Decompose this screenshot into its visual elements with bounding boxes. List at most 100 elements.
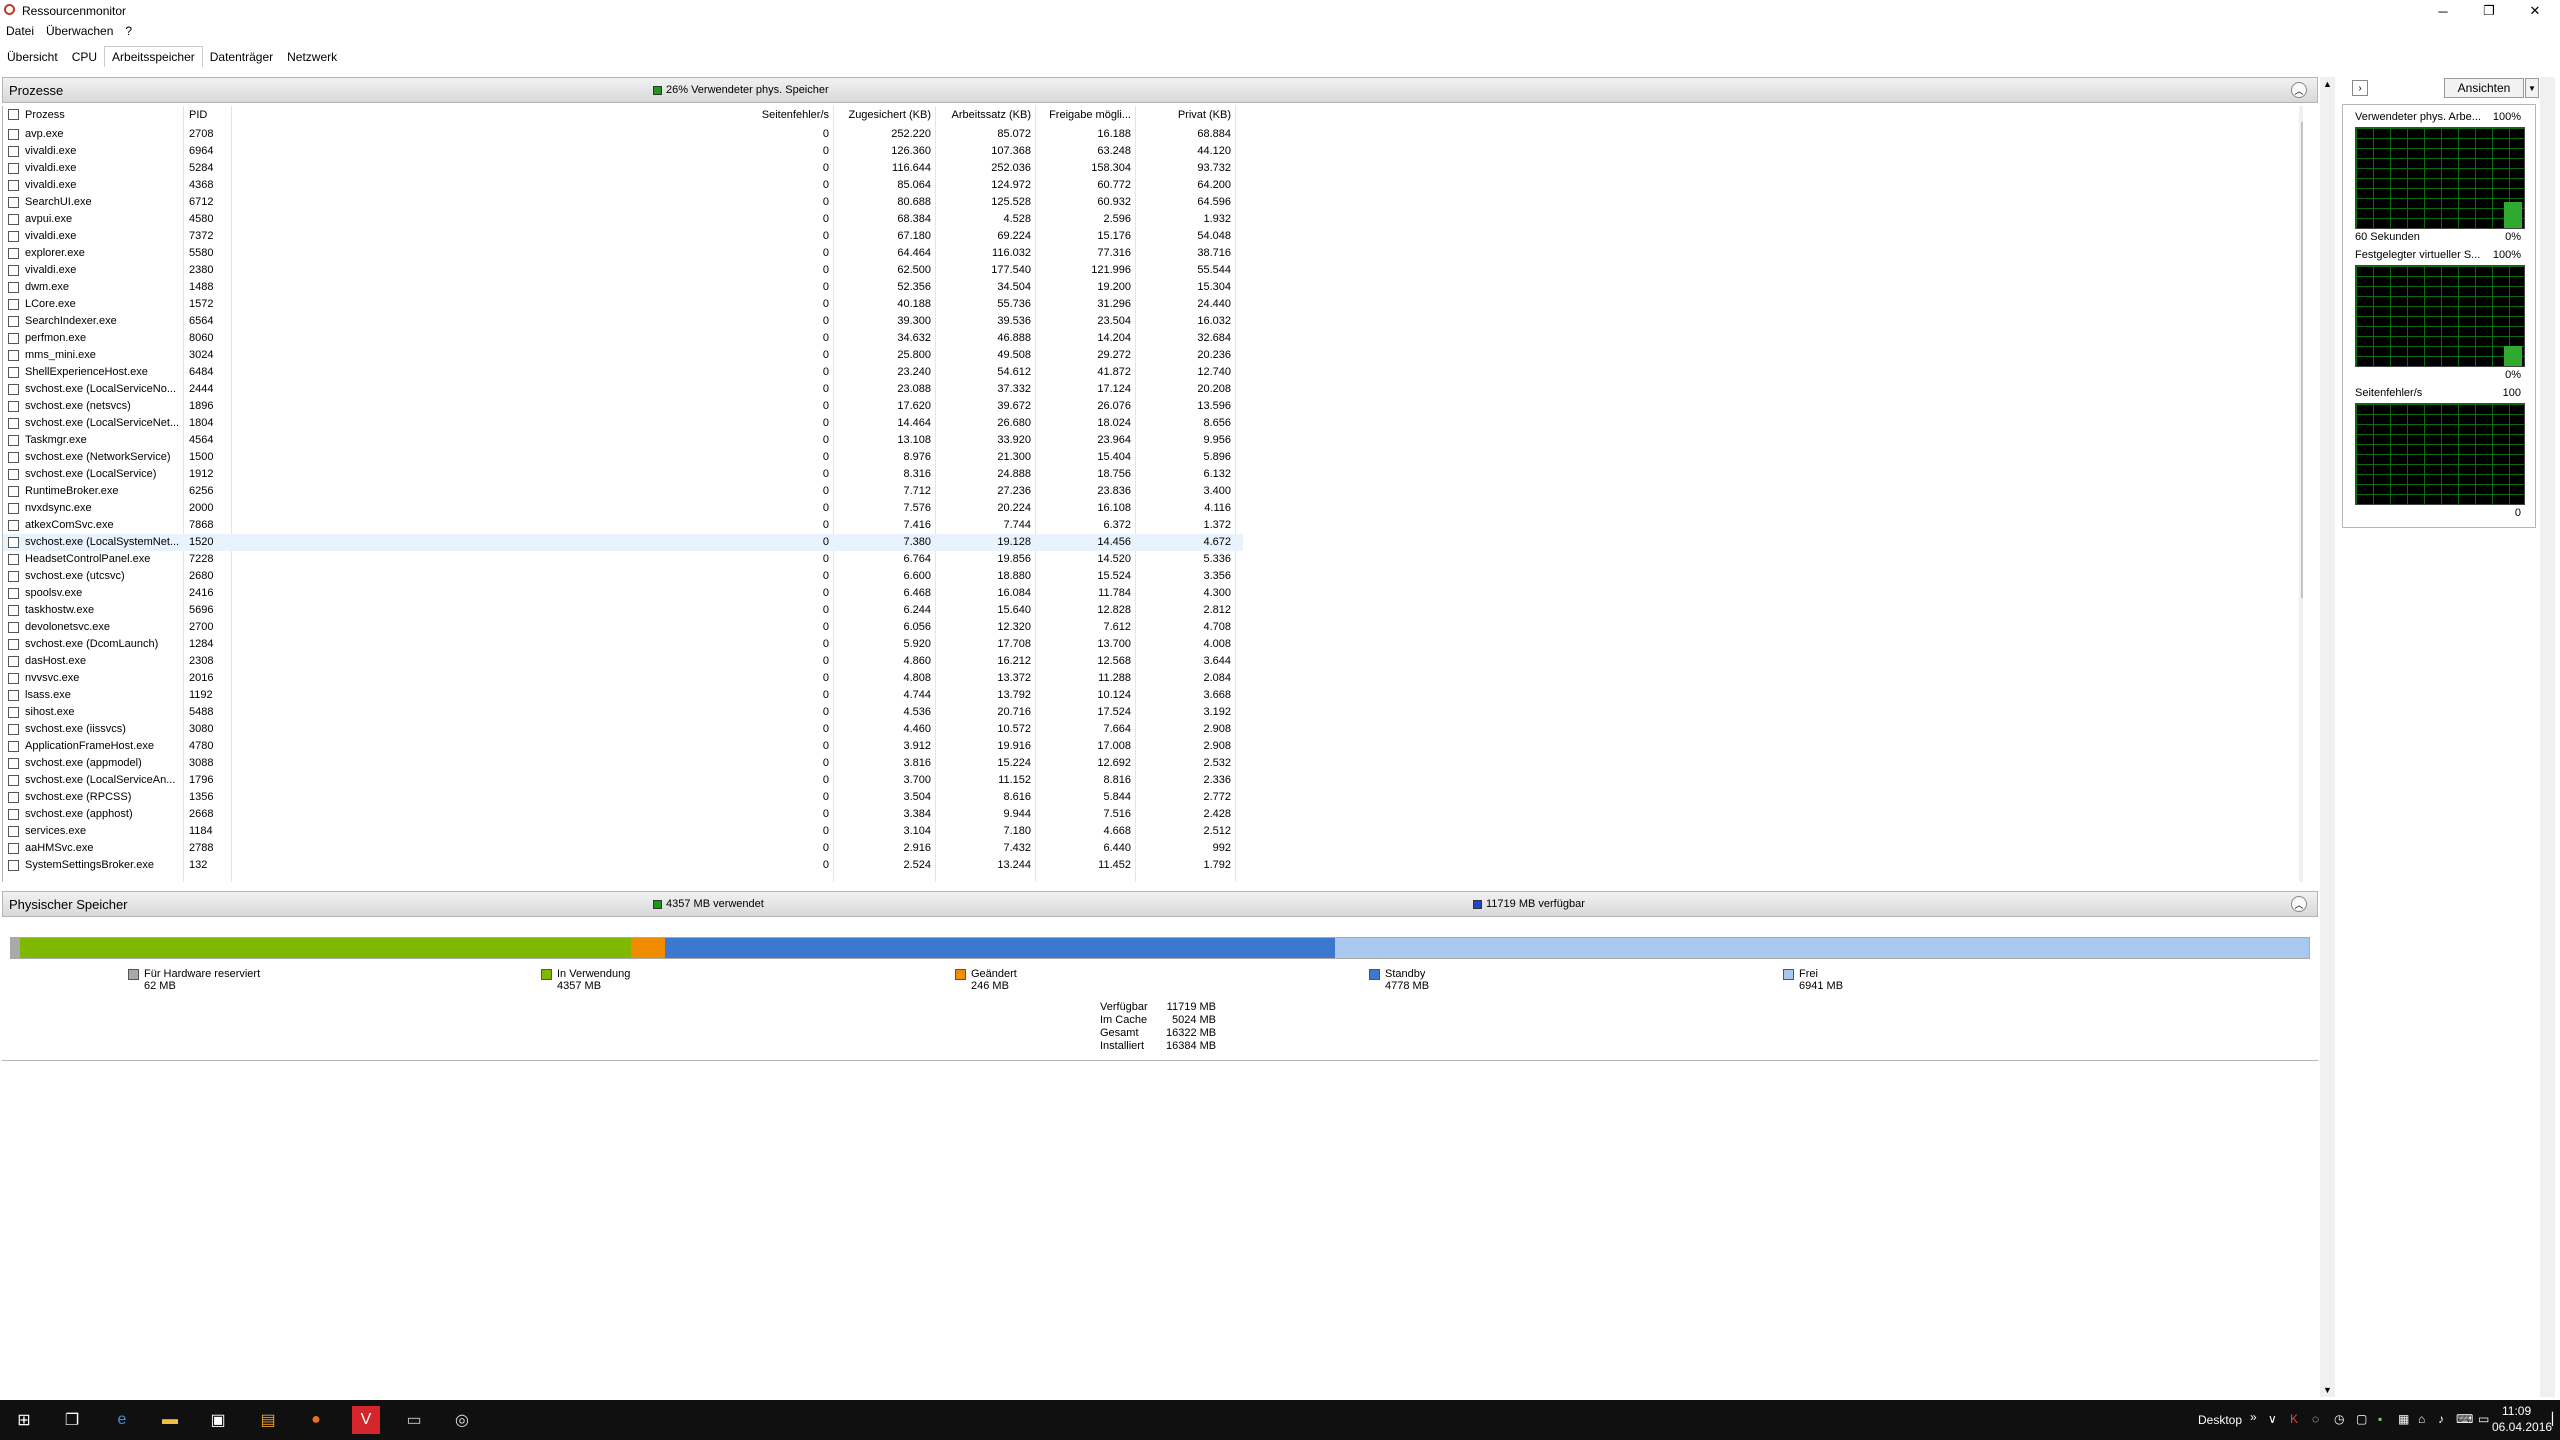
row-checkbox[interactable] (8, 758, 19, 769)
row-checkbox[interactable] (8, 367, 19, 378)
store-icon[interactable]: ▣ (206, 1408, 230, 1432)
row-checkbox[interactable] (8, 384, 19, 395)
table-row[interactable]: vivaldi.exe 7372 0 67.180 69.224 15.176 54.048 (3, 228, 1243, 245)
table-row[interactable]: svchost.exe (appmodel) 3088 0 3.816 15.224 12… (3, 755, 1243, 772)
menu-datei[interactable]: Datei (0, 22, 40, 40)
table-row[interactable]: sihost.exe 5488 0 4.536 20.716 17.524 3.192 (3, 704, 1243, 721)
network-icon[interactable]: ⌂ (2418, 1412, 2425, 1426)
row-checkbox[interactable] (8, 350, 19, 361)
maximize-button[interactable]: ❐ (2466, 0, 2512, 22)
row-checkbox[interactable] (8, 826, 19, 837)
table-row[interactable]: mms_mini.exe 3024 0 25.800 49.508 29.272 20.23… (3, 347, 1243, 364)
firefox-icon[interactable]: ● (304, 1408, 328, 1432)
row-checkbox[interactable] (8, 588, 19, 599)
table-row[interactable]: SearchIndexer.exe 6564 0 39.300 39.536 23.504… (3, 313, 1243, 330)
col-prozess[interactable]: Prozess (25, 109, 65, 121)
table-row[interactable]: svchost.exe (LocalServiceAn... 1796 0 3.700… (3, 772, 1243, 789)
table-row[interactable]: svchost.exe (iissvcs) 3080 0 4.460 10.572 7.6… (3, 721, 1243, 738)
row-checkbox[interactable] (8, 146, 19, 157)
table-row[interactable]: aaHMSvc.exe 2788 0 2.916 7.432 6.440 992 (3, 840, 1243, 857)
table-row[interactable]: svchost.exe (DcomLaunch) 1284 0 5.920 17.708… (3, 636, 1243, 653)
row-checkbox[interactable] (8, 129, 19, 140)
table-row[interactable]: SearchUI.exe 6712 0 80.688 125.528 60.932 64.5… (3, 194, 1243, 211)
main-scroll-up-icon[interactable]: ▲ (2320, 77, 2335, 91)
nvidia-tray-icon[interactable]: ▪ (2378, 1412, 2382, 1426)
processes-header[interactable]: Prozesse 26% Verwendeter phys. Speicher … (2, 77, 2318, 103)
main-scrollbar[interactable]: ▲ ▼ (2320, 77, 2335, 1397)
expand-side-icon[interactable]: › (2352, 80, 2368, 96)
table-row[interactable]: spoolsv.exe 2416 0 6.468 16.084 11.784 4.300 (3, 585, 1243, 602)
table-row[interactable]: vivaldi.exe 6964 0 126.360 107.368 63.248 44.1… (3, 143, 1243, 160)
table-row[interactable]: ApplicationFrameHost.exe 4780 0 3.912 19.916… (3, 738, 1243, 755)
table-row[interactable]: services.exe 1184 0 3.104 7.180 4.668 2.512 (3, 823, 1243, 840)
row-checkbox[interactable] (8, 639, 19, 650)
collapse-physical-icon[interactable]: ︿ (2291, 896, 2307, 912)
table-row[interactable]: SystemSettingsBroker.exe 132 0 2.524 13.244 1… (3, 857, 1243, 874)
row-checkbox[interactable] (8, 843, 19, 854)
table-row[interactable]: svchost.exe (NetworkService) 1500 0 8.976 21… (3, 449, 1243, 466)
toolbar-chevron-icon[interactable]: » (2250, 1410, 2257, 1424)
table-row[interactable]: explorer.exe 5580 0 64.464 116.032 77.316 38.7… (3, 245, 1243, 262)
row-checkbox[interactable] (8, 520, 19, 531)
table-row[interactable]: avpui.exe 4580 0 68.384 4.528 2.596 1.932 (3, 211, 1243, 228)
tray-icon[interactable]: ◷ (2334, 1412, 2344, 1426)
row-checkbox[interactable] (8, 435, 19, 446)
close-button[interactable]: ✕ (2512, 0, 2558, 22)
views-dropdown-icon[interactable]: ▼ (2525, 78, 2539, 98)
table-row[interactable]: avp.exe 2708 0 252.220 85.072 16.188 68.884 (3, 126, 1243, 143)
table-row[interactable]: perfmon.exe 8060 0 34.632 46.888 14.204 32.684 (3, 330, 1243, 347)
row-checkbox[interactable] (8, 333, 19, 344)
table-row[interactable]: dwm.exe 1488 0 52.356 34.504 19.200 15.304 (3, 279, 1243, 296)
table-row[interactable]: vivaldi.exe 2380 0 62.500 177.540 121.996 55.5… (3, 262, 1243, 279)
table-row[interactable]: Taskmgr.exe 4564 0 13.108 33.920 23.964 9.956 (3, 432, 1243, 449)
row-checkbox[interactable] (8, 503, 19, 514)
row-checkbox[interactable] (8, 180, 19, 191)
row-checkbox[interactable] (8, 163, 19, 174)
desktop-toolbar[interactable]: Desktop (2198, 1413, 2242, 1427)
col-arbeitssatz[interactable]: Arbeitssatz (KB) (935, 109, 1031, 121)
tray-icon[interactable]: ▢ (2356, 1412, 2367, 1426)
table-row[interactable]: HeadsetControlPanel.exe 7228 0 6.764 19.856 1… (3, 551, 1243, 568)
volume-icon[interactable]: ♪ (2438, 1412, 2444, 1426)
side-scrollbar[interactable] (2540, 77, 2555, 1397)
task-view-icon[interactable]: ❐ (60, 1408, 84, 1432)
row-checkbox[interactable] (8, 792, 19, 803)
windows-start-icon[interactable]: ⊞ (12, 1408, 36, 1432)
row-checkbox[interactable] (8, 265, 19, 276)
row-checkbox[interactable] (8, 775, 19, 786)
input-icon[interactable]: ⌨ (2456, 1412, 2473, 1426)
resource-monitor-taskbar-icon[interactable]: ◎ (450, 1408, 474, 1432)
row-checkbox[interactable] (8, 741, 19, 752)
file-explorer-icon[interactable]: ▬ (158, 1408, 182, 1432)
clock-date[interactable]: 06.04.2016 (2492, 1420, 2552, 1434)
row-checkbox[interactable] (8, 673, 19, 684)
col-freigabe[interactable]: Freigabe mögli... (1035, 109, 1131, 121)
row-checkbox[interactable] (8, 690, 19, 701)
table-row[interactable]: svchost.exe (LocalSystemNet... 1520 0 7.380… (3, 534, 1243, 551)
row-checkbox[interactable] (8, 622, 19, 633)
tab-datentraeger[interactable]: Datenträger (203, 47, 280, 67)
table-row[interactable]: svchost.exe (RPCSS) 1356 0 3.504 8.616 5.844 2… (3, 789, 1243, 806)
row-checkbox[interactable] (8, 248, 19, 259)
notification-tray-icon[interactable]: ▭ (2478, 1412, 2489, 1426)
tab-netzwerk[interactable]: Netzwerk (280, 47, 344, 67)
row-checkbox[interactable] (8, 707, 19, 718)
row-checkbox[interactable] (8, 809, 19, 820)
table-row[interactable]: devolonetsvc.exe 2700 0 6.056 12.320 7.612 4.7… (3, 619, 1243, 636)
tray-icon[interactable]: ▦ (2398, 1412, 2409, 1426)
col-pid[interactable]: PID (189, 109, 207, 121)
row-checkbox[interactable] (8, 860, 19, 871)
table-row[interactable]: dasHost.exe 2308 0 4.860 16.212 12.568 3.644 (3, 653, 1243, 670)
row-checkbox[interactable] (8, 486, 19, 497)
vivaldi-icon[interactable]: V (352, 1406, 380, 1434)
table-row[interactable]: vivaldi.exe 4368 0 85.064 124.972 60.772 64.20… (3, 177, 1243, 194)
row-checkbox[interactable] (8, 537, 19, 548)
table-row[interactable]: svchost.exe (apphost) 2668 0 3.384 9.944 7.51… (3, 806, 1243, 823)
table-row[interactable]: svchost.exe (LocalServiceNet... 1804 0 14.4… (3, 415, 1243, 432)
tray-expand-icon[interactable]: ∨ (2268, 1412, 2277, 1426)
table-row[interactable]: svchost.exe (LocalServiceNo... 2444 0 23.08… (3, 381, 1243, 398)
row-checkbox[interactable] (8, 401, 19, 412)
row-checkbox[interactable] (8, 469, 19, 480)
row-checkbox[interactable] (8, 724, 19, 735)
col-zugesichert[interactable]: Zugesichert (KB) (833, 109, 931, 121)
